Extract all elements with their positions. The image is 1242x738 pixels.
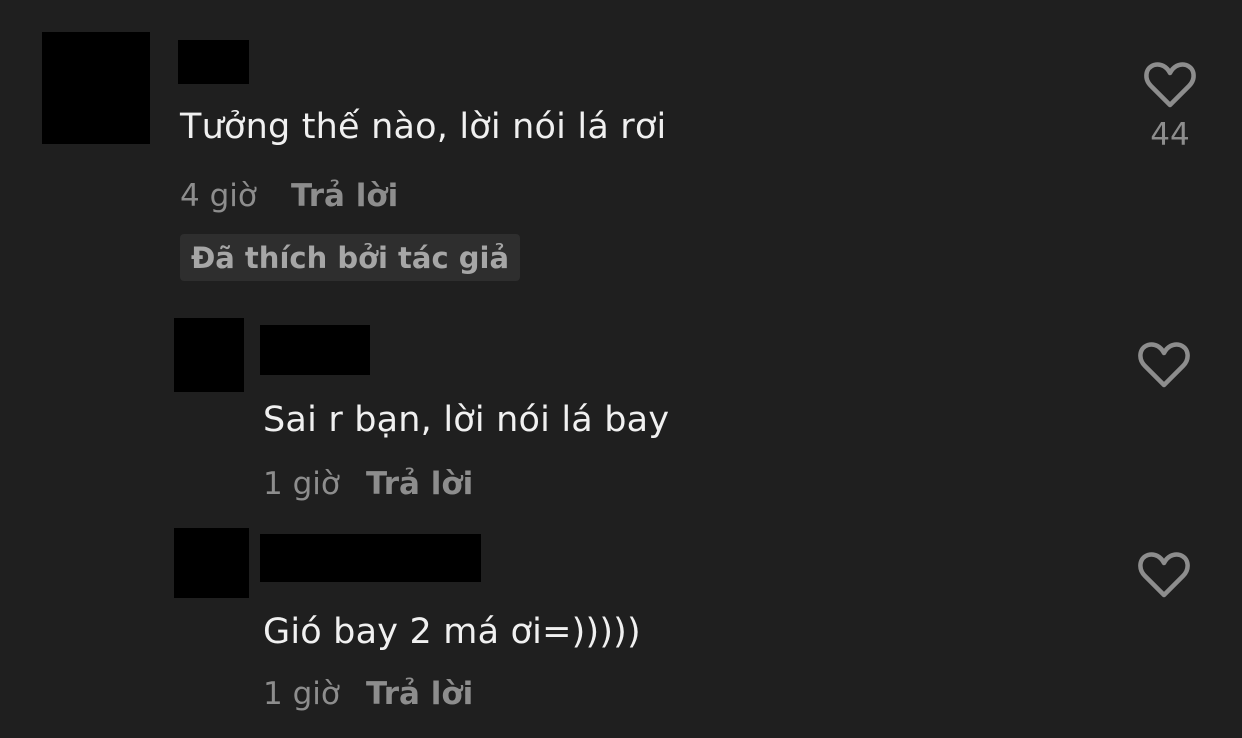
heart-outline-icon[interactable] <box>1137 550 1191 600</box>
username-redacted[interactable] <box>178 40 249 84</box>
comment-timestamp: 4 giờ <box>180 178 257 214</box>
comment-text: Tưởng thế nào, lời nói lá rơi <box>180 107 667 147</box>
username-redacted[interactable] <box>260 325 370 375</box>
avatar-redacted[interactable] <box>174 318 244 392</box>
reply-button[interactable]: Trả lời <box>366 466 473 502</box>
heart-outline-icon[interactable] <box>1137 340 1191 390</box>
avatar-redacted[interactable] <box>42 32 150 144</box>
reply-timestamp: 1 giờ <box>263 676 340 712</box>
reply-text: Gió bay 2 má ơi=))))) <box>263 612 641 652</box>
avatar-redacted[interactable] <box>174 528 249 598</box>
reply-text: Sai r bạn, lời nói lá bay <box>263 400 670 440</box>
reply-button[interactable]: Trả lời <box>366 676 473 712</box>
reply-button[interactable]: Trả lời <box>291 178 398 214</box>
heart-outline-icon[interactable] <box>1143 60 1197 110</box>
liked-by-creator-badge: Đã thích bởi tác giả <box>180 234 520 281</box>
like-count: 44 <box>1150 117 1190 153</box>
username-redacted[interactable] <box>260 534 481 582</box>
reply-timestamp: 1 giờ <box>263 466 340 502</box>
badge-label: Đã thích bởi tác giả <box>190 240 510 275</box>
